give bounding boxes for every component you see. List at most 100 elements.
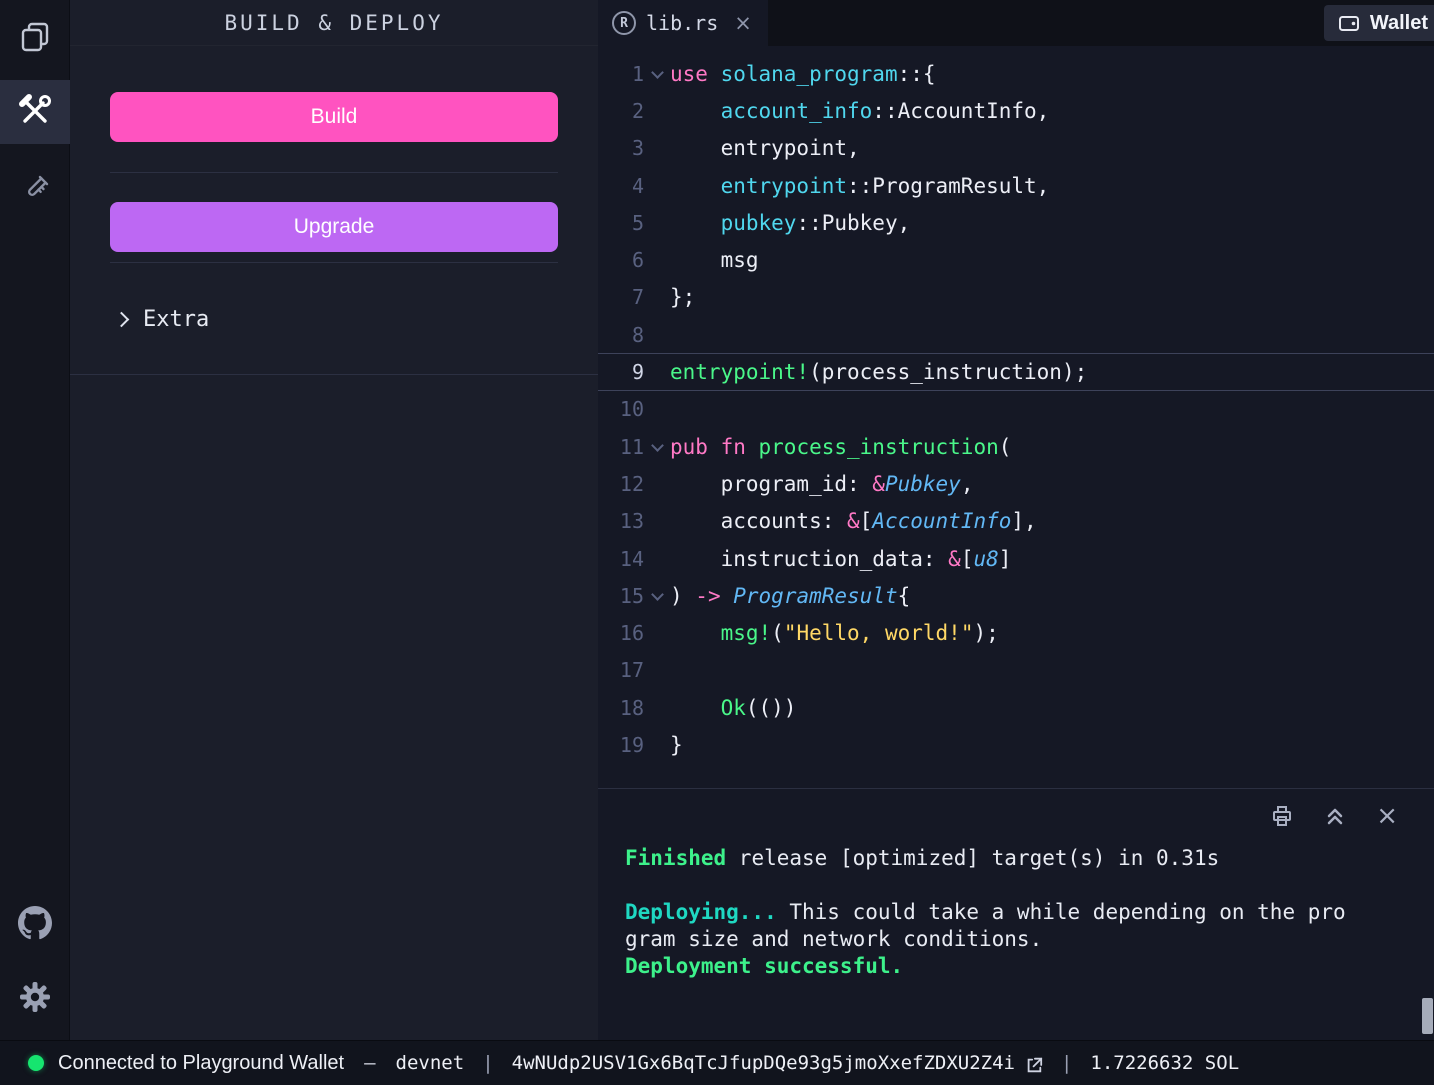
wallet-address[interactable]: 4wNUdp2USV1Gx6BqTcJfupDQe93g5jmoXxefZDXU… <box>512 1052 1015 1074</box>
code-lines: 1 use solana_program::{2 account_info::Ac… <box>598 55 1434 764</box>
code-text: } <box>670 733 683 757</box>
line-number: 7 <box>598 285 644 309</box>
line-number: 10 <box>598 397 644 421</box>
extra-label: Extra <box>143 307 209 332</box>
wallet-button[interactable]: Wallet <box>1324 5 1434 41</box>
wallet-icon <box>1338 12 1360 34</box>
code-line[interactable]: 11pub fn process_instruction( <box>598 428 1434 465</box>
copy-files-icon <box>18 20 52 54</box>
terminal-close-icon[interactable]: × <box>1376 803 1398 829</box>
code-line[interactable]: 5 pubkey::Pubkey, <box>598 204 1434 241</box>
fold-gutter <box>644 727 670 762</box>
terminal-line: Deploying... This could take a while dep… <box>625 899 1351 953</box>
line-number: 12 <box>598 472 644 496</box>
code-text: }; <box>670 285 695 309</box>
fold-gutter <box>644 466 670 501</box>
status-dash: – <box>364 1052 375 1074</box>
fold-gutter <box>644 541 670 576</box>
status-separator: | <box>482 1052 493 1074</box>
line-number: 13 <box>598 509 644 533</box>
status-separator: | <box>1061 1052 1072 1074</box>
activity-bar <box>0 0 70 1040</box>
code-line[interactable]: 4 entrypoint::ProgramResult, <box>598 167 1434 204</box>
fold-gutter <box>644 354 670 389</box>
code-text: msg!("Hello, world!"); <box>670 621 999 645</box>
fold-chevron-icon[interactable] <box>644 578 670 613</box>
line-number: 17 <box>598 658 644 682</box>
terminal-toolbar: × <box>1270 803 1398 829</box>
line-number: 5 <box>598 211 644 235</box>
wallet-label: Wallet <box>1370 12 1428 35</box>
code-line[interactable]: 18 Ok(()) <box>598 689 1434 726</box>
code-text: entrypoint!(process_instruction); <box>670 360 1087 384</box>
settings-button[interactable] <box>0 968 70 1026</box>
fold-gutter <box>644 168 670 203</box>
code-text: pubkey::Pubkey, <box>670 211 910 235</box>
code-line[interactable]: 9entrypoint!(process_instruction); <box>598 353 1434 390</box>
code-line[interactable]: 14 instruction_data: &[u8] <box>598 540 1434 577</box>
code-text: accounts: &[AccountInfo], <box>670 509 1037 533</box>
fold-gutter <box>644 653 670 688</box>
tab-lib-rs[interactable]: R lib.rs × <box>598 0 768 46</box>
code-line[interactable]: 8 <box>598 316 1434 353</box>
terminal-scrollbar[interactable] <box>1422 998 1433 1034</box>
divider <box>70 374 598 375</box>
code-line[interactable]: 2 account_info::AccountInfo, <box>598 92 1434 129</box>
rust-icon: R <box>612 11 636 35</box>
collapse-up-icon[interactable] <box>1324 805 1346 827</box>
divider <box>110 262 558 263</box>
code-line[interactable]: 16 msg!("Hello, world!"); <box>598 614 1434 651</box>
terminal-line <box>625 872 1434 899</box>
code-text: instruction_data: &[u8] <box>670 547 1011 571</box>
code-editor[interactable]: 1 use solana_program::{2 account_info::Ac… <box>598 46 1434 788</box>
editor-column: R lib.rs × Wallet 1 use solana_program::{… <box>598 0 1434 1040</box>
code-line[interactable]: 12 program_id: &Pubkey, <box>598 465 1434 502</box>
line-number: 8 <box>598 323 644 347</box>
code-line[interactable]: 15) -> ProgramResult{ <box>598 577 1434 614</box>
terminal-panel: × Finished release [optimized] target(s)… <box>598 788 1434 1040</box>
printer-icon[interactable] <box>1270 804 1294 828</box>
tab-label: lib.rs <box>646 11 718 35</box>
github-link[interactable] <box>0 894 70 952</box>
test-tube-icon <box>18 172 52 206</box>
connected-text[interactable]: Connected to Playground Wallet <box>58 1052 344 1075</box>
network-name[interactable]: devnet <box>396 1052 465 1074</box>
fold-chevron-icon[interactable] <box>644 56 670 91</box>
wallet-balance: 1.7226632 SOL <box>1090 1052 1239 1074</box>
github-icon <box>18 906 52 940</box>
divider <box>110 172 558 173</box>
code-text: Ok(()) <box>670 696 796 720</box>
code-text: use solana_program::{ <box>670 62 936 86</box>
upgrade-button[interactable]: Upgrade <box>110 202 558 252</box>
code-line[interactable]: 13 accounts: &[AccountInfo], <box>598 503 1434 540</box>
code-line[interactable]: 7}; <box>598 279 1434 316</box>
line-number: 16 <box>598 621 644 645</box>
fold-gutter <box>644 93 670 128</box>
code-line[interactable]: 19} <box>598 726 1434 763</box>
code-line[interactable]: 3 entrypoint, <box>598 130 1434 167</box>
explorer-copy-files-icon[interactable] <box>0 8 70 66</box>
line-number: 19 <box>598 733 644 757</box>
code-line[interactable]: 17 <box>598 652 1434 689</box>
tab-bar: R lib.rs × Wallet <box>598 0 1434 46</box>
line-number: 3 <box>598 136 644 160</box>
test-tab-icon[interactable] <box>0 160 70 218</box>
line-number: 1 <box>598 62 644 86</box>
main-area: BUILD & DEPLOY Build Upgrade Extra R lib… <box>0 0 1434 1040</box>
line-number: 11 <box>598 435 644 459</box>
fold-chevron-icon[interactable] <box>644 429 670 464</box>
build-deploy-tab-icon[interactable] <box>0 80 70 144</box>
panel-title: BUILD & DEPLOY <box>70 0 598 46</box>
build-button[interactable]: Build <box>110 92 558 142</box>
line-number: 14 <box>598 547 644 571</box>
terminal-line: Deployment successful. <box>625 953 1434 980</box>
code-line[interactable]: 1 use solana_program::{ <box>598 55 1434 92</box>
code-line[interactable]: 6 msg <box>598 241 1434 278</box>
code-line[interactable]: 10 <box>598 391 1434 428</box>
code-text: ) -> ProgramResult{ <box>670 584 910 608</box>
external-link-icon[interactable] <box>1025 1056 1043 1074</box>
status-bar: Connected to Playground Wallet – devnet … <box>0 1040 1434 1085</box>
extra-section-toggle[interactable]: Extra <box>70 297 598 341</box>
fold-gutter <box>644 242 670 277</box>
tab-close-icon[interactable]: × <box>734 11 752 35</box>
